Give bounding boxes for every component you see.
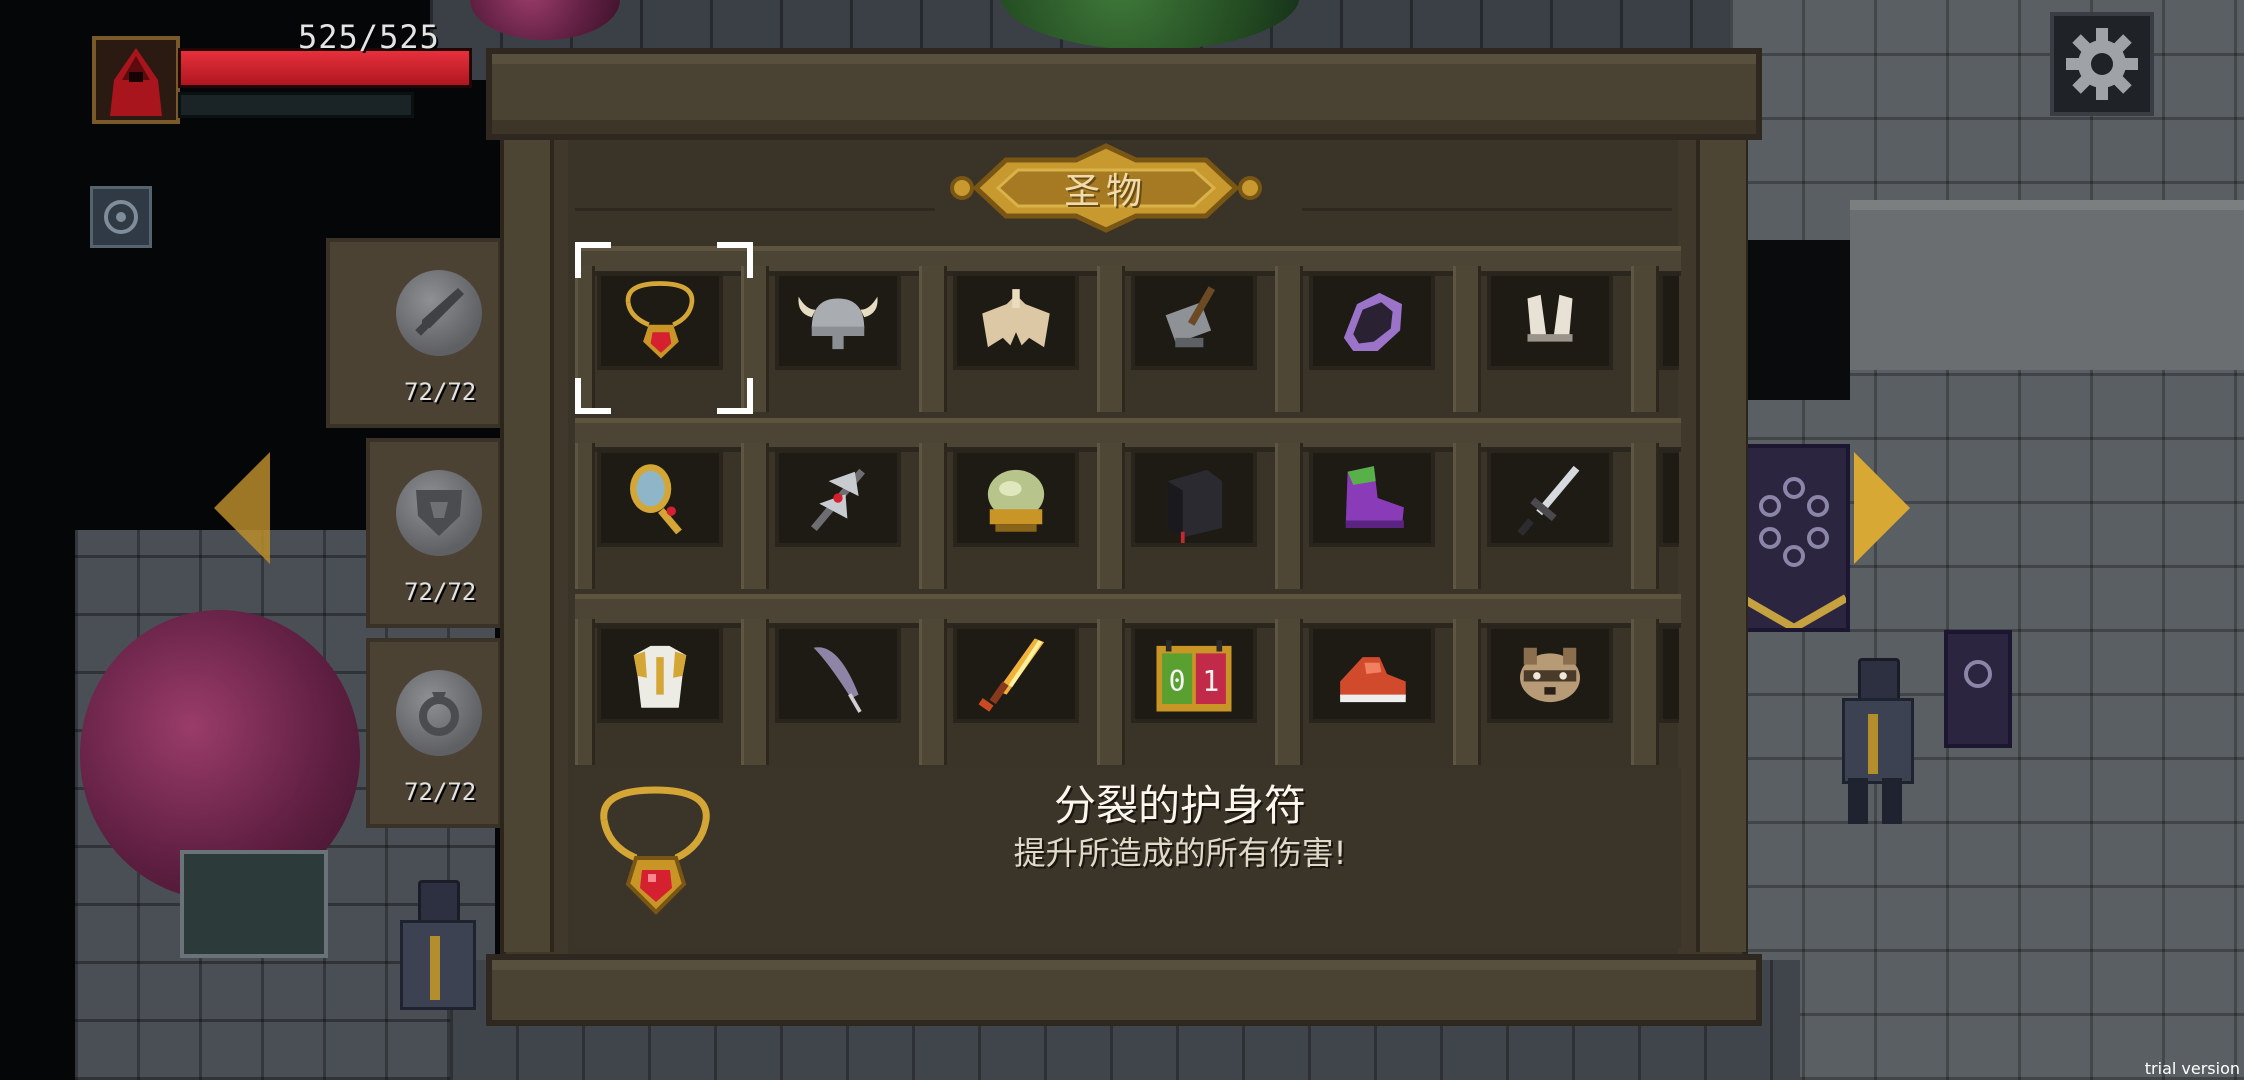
title-plate: 圣物 [946,142,1266,234]
relic-name: 分裂的护身符 [1053,781,1306,830]
flame-sword-icon [978,638,1045,712]
bunny-ears-icon [1527,294,1573,342]
relic-slot-hammer[interactable] [1131,272,1257,370]
relic-slot-black-book[interactable] [1131,449,1257,547]
equipment-tab-weapon[interactable]: 72/72 [326,238,502,428]
hand-mirror-icon [630,464,682,535]
horned-helmet-icon [798,296,878,350]
sword-emblem-icon [415,288,464,336]
small-banner [1944,630,2012,748]
relic-slot-viking-helmet[interactable] [775,272,901,370]
cabinet-base [486,954,1762,1026]
relic-slot-red-sneaker[interactable] [1309,625,1435,723]
weapon-count: 72/72 [404,378,477,406]
previous-page-arrow[interactable] [214,452,270,564]
mana-bar [178,92,414,118]
settings-button[interactable] [2050,12,2154,116]
relic-description: 提升所造成的所有伤害! [1013,834,1347,872]
equipment-tab-accessory[interactable]: 72/72 [366,638,502,828]
relic-slot-gold-armor[interactable] [597,625,723,723]
quill-feather-icon [813,647,862,713]
relic-slot-bone-wings[interactable] [953,272,1079,370]
relic-slot-dagger[interactable] [1487,449,1613,547]
watermark-text: trial version [2144,1059,2240,1078]
counter-digit: 1 [1202,665,1219,698]
cabinet-pillar-right [1696,132,1746,952]
relic-slot-flaming-sword[interactable] [953,625,1079,723]
relic-slot-counter[interactable]: 01 [1131,625,1257,723]
title-rule-right [1302,208,1672,211]
gold-armor-icon [633,645,687,708]
crystal-orb-icon [987,469,1045,532]
cabinet-pillar-left [504,132,554,952]
dagger-icon [1517,465,1580,536]
ring-emblem-icon [419,692,459,736]
gear-icon [2066,28,2138,100]
shelf-2 [575,418,1681,452]
equipment-tab-armor[interactable]: 72/72 [366,438,502,628]
relic-slot-battle-axe[interactable] [775,449,901,547]
relic-slot-shadow-claw[interactable] [1309,272,1435,370]
purple-claw-icon [1343,292,1402,351]
health-text: 525/525 [298,18,440,56]
raccoon-head-icon [1520,647,1580,703]
war-hammer-icon [1165,286,1216,348]
counter-icon: 01 [1156,640,1232,712]
relic-slot-feather[interactable] [775,625,901,723]
red-gem-amulet-icon [600,786,710,915]
relic-slot-hand-mirror[interactable] [597,449,723,547]
armor-count: 72/72 [404,578,477,606]
planter-box [180,850,328,958]
dark-doorway [1730,240,1850,400]
title-rule-left [575,208,935,211]
red-hooded-wizard-icon [110,48,162,116]
red-sneaker-icon [1340,657,1406,703]
cabinet-top-cornice [486,48,1762,140]
selection-cursor [575,242,753,414]
player-portrait[interactable] [92,36,180,124]
relic-slot-rabbit-ears[interactable] [1487,272,1613,370]
relic-slot-crystal-orb[interactable] [953,449,1079,547]
next-page-arrow[interactable] [1854,452,1910,564]
health-bar-fill [181,51,469,85]
selected-relic-preview [580,780,730,920]
armored-guard-left [388,880,488,1050]
counter-digit: 0 [1169,665,1186,698]
skill-button[interactable] [90,186,152,248]
accessory-count: 72/72 [404,778,477,806]
purple-boot-icon [1345,466,1404,528]
armored-guard-right [1836,658,1920,828]
stone-wall [1850,200,2244,370]
relic-slot-purple-boot[interactable] [1309,449,1435,547]
purple-banner [1738,444,1850,633]
black-tome-icon [1167,469,1223,543]
cog-rune-icon [104,200,138,234]
relic-slot-raccoon[interactable] [1487,625,1613,723]
shield-emblem-icon [416,490,462,536]
bone-wings-icon [982,289,1050,348]
double-axe-icon [811,468,865,532]
shelf-3 [575,594,1681,628]
panel-title: 圣物 [1063,171,1148,212]
